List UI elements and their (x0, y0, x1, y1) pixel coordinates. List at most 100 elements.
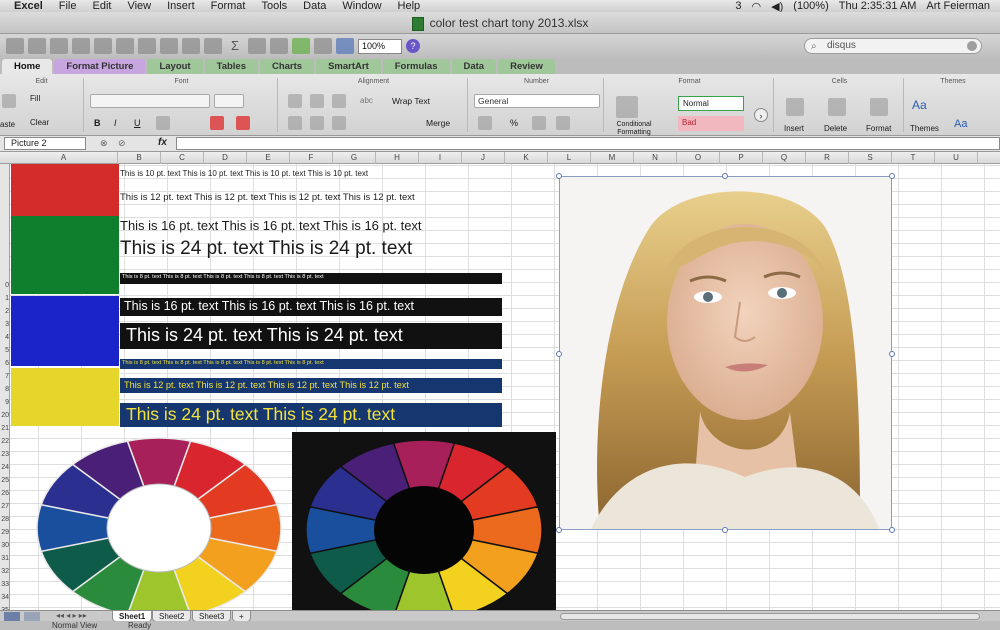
print-icon[interactable] (72, 38, 90, 54)
tab-home[interactable]: Home (2, 59, 53, 74)
column-header-t[interactable]: T (892, 152, 935, 164)
merge-button[interactable]: Merge (426, 118, 450, 128)
user-name[interactable]: Art Feierman (926, 0, 990, 12)
indicator-count[interactable]: 3 (735, 0, 741, 12)
align-bottom-icon[interactable] (332, 94, 346, 108)
row-header[interactable]: 31 (0, 554, 10, 563)
column-header-n[interactable]: N (634, 152, 677, 164)
sheet-scroll-arrows-icon[interactable]: ◂◂ ◂ ▸ ▸▸ (56, 611, 87, 620)
tab-charts[interactable]: Charts (259, 59, 315, 74)
column-header-e[interactable]: E (247, 152, 290, 164)
normal-view-icon[interactable] (4, 612, 20, 621)
function-icon[interactable]: fx (158, 137, 167, 148)
fill-button[interactable]: Fill (30, 94, 40, 103)
column-header-u[interactable]: U (935, 152, 978, 164)
column-header-k[interactable]: K (505, 152, 548, 164)
tab-format-picture[interactable]: Format Picture (54, 59, 146, 74)
menu-edit[interactable]: Edit (92, 0, 111, 12)
column-header-a[interactable]: A (10, 152, 118, 164)
row-header[interactable]: 30 (0, 541, 10, 550)
percent-button[interactable]: % (510, 118, 518, 128)
clear-button[interactable]: Clear (30, 118, 49, 127)
tab-review[interactable]: Review (498, 59, 555, 74)
wifi-icon[interactable]: ◠ (752, 0, 762, 13)
row-header[interactable]: 33 (0, 580, 10, 589)
tab-smartart[interactable]: SmartArt (316, 59, 381, 74)
format-painter-icon[interactable] (160, 38, 178, 54)
row-header[interactable]: 3 (0, 320, 10, 329)
tab-tables[interactable]: Tables (204, 59, 258, 74)
cancel-icon[interactable]: ⊗ (100, 138, 108, 149)
font-name-select[interactable] (90, 94, 210, 108)
row-header[interactable]: 34 (0, 593, 10, 602)
theme-fonts-icon[interactable]: Aa (954, 118, 967, 130)
menu-tools[interactable]: Tools (261, 0, 287, 12)
row-header[interactable]: 22 (0, 437, 10, 446)
row-header[interactable]: 25 (0, 476, 10, 485)
align-center-icon[interactable] (310, 116, 324, 130)
page-layout-view-icon[interactable] (24, 612, 40, 621)
menu-help[interactable]: Help (398, 0, 421, 12)
clock[interactable]: Thu 2:35:31 AM (839, 0, 917, 12)
sort-icon[interactable] (248, 38, 266, 54)
orientation-button[interactable]: abc (360, 96, 373, 105)
format-button[interactable]: Format (866, 124, 891, 133)
row-header[interactable]: 5 (0, 346, 10, 355)
paste-icon[interactable] (138, 38, 156, 54)
fill-color-icon[interactable] (210, 116, 224, 130)
portrait-picture[interactable] (559, 176, 892, 530)
insert-button[interactable]: Insert (784, 124, 804, 133)
gallery-icon[interactable] (314, 38, 332, 54)
font-color-icon[interactable] (236, 116, 250, 130)
column-header-f[interactable]: F (290, 152, 333, 164)
row-header[interactable]: 24 (0, 463, 10, 472)
delete-button[interactable]: Delete (824, 124, 847, 133)
column-header-p[interactable]: P (720, 152, 763, 164)
style-bad[interactable]: Bad (678, 116, 744, 131)
column-header-d[interactable]: D (204, 152, 247, 164)
row-header[interactable]: 6 (0, 359, 10, 368)
clear-search-icon[interactable] (967, 41, 977, 51)
zoom-select[interactable]: 100% (358, 38, 402, 54)
conditional-formatting-icon[interactable] (616, 96, 638, 118)
resize-handle-bl[interactable] (556, 527, 562, 533)
horizontal-scrollbar[interactable] (560, 613, 980, 620)
align-top-icon[interactable] (288, 94, 302, 108)
row-header[interactable]: 1 (0, 294, 10, 303)
help-icon[interactable]: ? (406, 39, 420, 53)
align-left-icon[interactable] (288, 116, 302, 130)
align-right-icon[interactable] (332, 116, 346, 130)
worksheet-grid[interactable]: ABCDEFGHIJKLMNOPQRSTU 0 1 2 3 4 5 6 7 8 9 20 21 22 23… (0, 152, 1000, 610)
delete-cells-icon[interactable] (828, 98, 846, 116)
copy-icon[interactable] (116, 38, 134, 54)
enter-icon[interactable]: ⊘ (118, 138, 126, 149)
paste-label[interactable]: aste (0, 120, 15, 129)
row-header[interactable]: 0 (0, 281, 10, 290)
font-size-select[interactable] (214, 94, 244, 108)
menu-view[interactable]: View (127, 0, 151, 12)
resize-handle-br[interactable] (889, 527, 895, 533)
autosum-icon[interactable]: Σ (226, 38, 244, 54)
menu-insert[interactable]: Insert (167, 0, 195, 12)
undo-icon[interactable] (182, 38, 200, 54)
column-header-r[interactable]: R (806, 152, 849, 164)
row-header[interactable]: 23 (0, 450, 10, 459)
themes-button[interactable]: Themes (910, 124, 939, 133)
formula-builder-icon[interactable] (292, 38, 310, 54)
column-header-s[interactable]: S (849, 152, 892, 164)
number-format-select[interactable]: General (474, 94, 600, 108)
column-header-j[interactable]: J (462, 152, 505, 164)
redo-icon[interactable] (204, 38, 222, 54)
templates-icon[interactable] (28, 38, 46, 54)
row-header[interactable]: 28 (0, 515, 10, 524)
row-header[interactable]: 7 (0, 372, 10, 381)
format-cells-icon[interactable] (870, 98, 888, 116)
column-header-o[interactable]: O (677, 152, 720, 164)
cut-icon[interactable] (94, 38, 112, 54)
decimal-icon[interactable] (556, 116, 570, 130)
column-header-q[interactable]: Q (763, 152, 806, 164)
tab-layout[interactable]: Layout (147, 59, 203, 74)
align-middle-icon[interactable] (310, 94, 324, 108)
row-header[interactable]: 8 (0, 385, 10, 394)
tab-formulas[interactable]: Formulas (382, 59, 450, 74)
